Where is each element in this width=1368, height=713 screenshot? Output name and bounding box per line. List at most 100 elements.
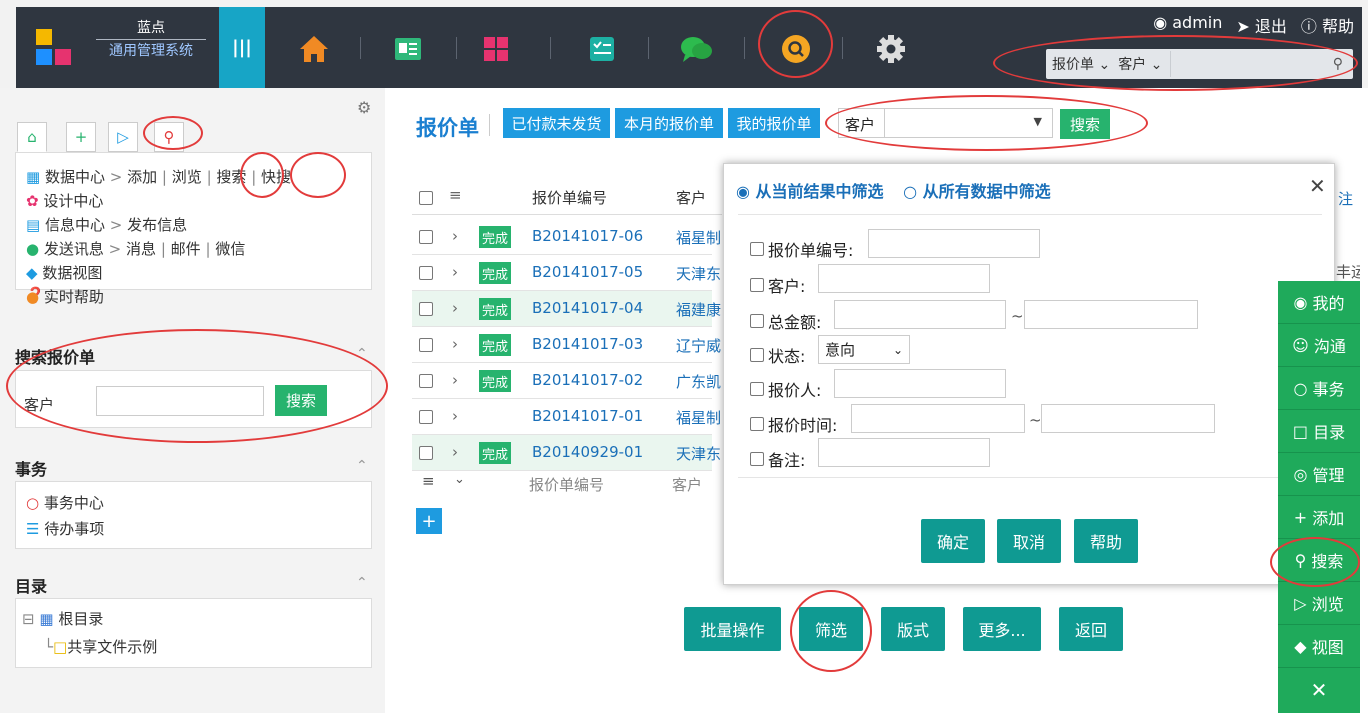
link-realtime-help[interactable]: 实时帮助	[44, 288, 104, 306]
back-button[interactable]: 返回	[1059, 607, 1123, 651]
tab-mine[interactable]: 我的报价单	[728, 108, 820, 138]
row-checkbox[interactable]	[419, 230, 433, 244]
affairs-item[interactable]: 事务中心	[44, 494, 104, 512]
link-send-msg[interactable]: 发送讯息	[44, 240, 104, 258]
layout-button[interactable]: 版式	[881, 607, 945, 651]
affairs-item[interactable]: 待办事项	[44, 520, 104, 538]
link-publish-info[interactable]: 发布信息	[127, 216, 187, 234]
page-size-select[interactable]: ≡ ⌄	[412, 468, 472, 498]
row-code[interactable]: B20141017-01	[532, 407, 643, 425]
sidebar-tab-search[interactable]: ⚲	[154, 122, 184, 152]
chevron-up-icon[interactable]: ⌃	[356, 575, 368, 591]
more-button[interactable]: 更多...	[963, 607, 1041, 651]
time-end-input[interactable]	[1041, 404, 1215, 433]
filter-search-button[interactable]: 搜索	[1060, 109, 1110, 139]
link-add[interactable]: 添加	[127, 168, 157, 186]
sidebar-tab-home[interactable]: ⌂	[17, 122, 47, 152]
table-row[interactable]: › 完成 B20141017-05 天津东	[412, 255, 721, 291]
sidebar-tab-play[interactable]: ▷	[108, 122, 138, 152]
expand-icon[interactable]: ›	[452, 407, 458, 425]
sidebar-tab-add[interactable]: +	[66, 122, 96, 152]
chat-icon[interactable]	[676, 29, 716, 69]
link-message[interactable]: 消息	[126, 240, 156, 258]
add-row-button[interactable]: +	[416, 508, 442, 534]
checklist-icon[interactable]	[582, 29, 622, 69]
customer-filter-select[interactable]: ▼	[884, 109, 1052, 137]
row-code[interactable]: B20141017-03	[532, 335, 643, 353]
batch-operation-button[interactable]: 批量操作	[684, 607, 781, 651]
toolbar-search[interactable]: ⚲ 搜索	[1278, 539, 1360, 582]
field-checkbox[interactable]	[750, 417, 764, 431]
table-row[interactable]: › 完成 B20140929-01 天津东	[412, 435, 721, 471]
quoter-input[interactable]	[834, 369, 1006, 398]
gear-icon[interactable]	[871, 29, 911, 69]
row-checkbox[interactable]	[419, 338, 433, 352]
link-quick-search[interactable]: 快搜	[261, 168, 291, 186]
top-search-input[interactable]	[1170, 51, 1291, 77]
tab-paid-unshipped[interactable]: 已付款未发货	[503, 108, 610, 138]
link-design-center[interactable]: 设计中心	[43, 192, 103, 210]
toolbar-browse[interactable]: ▷ 浏览	[1278, 582, 1360, 625]
code-input[interactable]	[868, 229, 1040, 258]
top-search-icon[interactable]: ⚲	[1333, 56, 1343, 72]
row-code[interactable]: B20140929-01	[532, 443, 643, 461]
scope-current-radio[interactable]: ◉ 从当前结果中筛选	[736, 182, 884, 201]
toolbar-affairs[interactable]: ○ 事务	[1278, 367, 1360, 410]
row-checkbox[interactable]	[419, 266, 433, 280]
menu-lines-icon[interactable]: ≡	[449, 186, 462, 204]
row-checkbox[interactable]	[419, 410, 433, 424]
toolbar-communicate[interactable]: ☺ 沟通	[1278, 324, 1360, 367]
user-link[interactable]: ◉ admin	[1153, 13, 1222, 37]
toolbar-my[interactable]: ◉ 我的	[1278, 281, 1360, 324]
row-checkbox[interactable]	[419, 374, 433, 388]
row-checkbox[interactable]	[419, 446, 433, 460]
link-info-center[interactable]: 信息中心	[45, 216, 105, 234]
remark-input[interactable]	[818, 438, 990, 467]
menu-icon[interactable]: |||	[219, 7, 265, 88]
expand-icon[interactable]: ›	[452, 335, 458, 353]
expand-icon[interactable]: ›	[452, 443, 458, 461]
close-icon[interactable]: ✕	[1278, 668, 1360, 711]
search-panel-input[interactable]	[96, 386, 264, 416]
expand-icon[interactable]: ›	[452, 371, 458, 389]
table-row[interactable]: › 完成 B20141017-04 福建康	[412, 291, 721, 327]
chevron-up-icon[interactable]: ⌃	[356, 458, 368, 474]
select-all-checkbox[interactable]	[419, 191, 433, 205]
row-code[interactable]: B20141017-04	[532, 299, 643, 317]
row-customer[interactable]: 天津东	[676, 263, 722, 284]
grid-apps-icon[interactable]	[476, 29, 516, 69]
row-checkbox[interactable]	[419, 302, 433, 316]
link-mail[interactable]: 邮件	[171, 240, 201, 258]
info-card-icon[interactable]	[388, 29, 428, 69]
row-code[interactable]: B20141017-05	[532, 263, 643, 281]
field-checkbox[interactable]	[750, 278, 764, 292]
chevron-up-icon[interactable]: ⌃	[356, 346, 368, 362]
link-data-view[interactable]: 数据视图	[42, 264, 102, 282]
field-checkbox[interactable]	[750, 348, 764, 362]
logout-link[interactable]: ➤ 退出	[1236, 13, 1287, 37]
toolbar-catalog[interactable]: □ 目录	[1278, 410, 1360, 453]
customer-input[interactable]	[818, 264, 990, 293]
help-button[interactable]: 帮助	[1074, 519, 1138, 563]
row-customer[interactable]: 辽宁威	[676, 335, 722, 356]
toolbar-manage[interactable]: ◎ 管理	[1278, 453, 1360, 496]
amount-max-input[interactable]	[1024, 300, 1198, 329]
row-customer[interactable]: 福星制	[676, 227, 722, 248]
tree-collapse-icon[interactable]: ⊟	[22, 610, 35, 628]
table-row[interactable]: › 完成 B20141017-06 福星制	[412, 219, 721, 255]
filter-button[interactable]: 筛选	[799, 607, 863, 651]
link-data-center[interactable]: 数据中心	[45, 168, 105, 186]
expand-icon[interactable]: ›	[452, 299, 458, 317]
link-browse[interactable]: 浏览	[172, 168, 202, 186]
search-icon[interactable]	[776, 29, 816, 69]
table-row[interactable]: › B20141017-01 福星制	[412, 399, 721, 435]
toolbar-view[interactable]: ◆ 视图	[1278, 625, 1360, 668]
amount-min-input[interactable]	[834, 300, 1006, 329]
module-select[interactable]: 报价单 ⌄	[1052, 54, 1110, 74]
field-checkbox[interactable]	[750, 242, 764, 256]
row-customer[interactable]: 福星制	[676, 407, 722, 428]
help-link[interactable]: ⓘ 帮助	[1301, 13, 1354, 37]
expand-icon[interactable]: ›	[452, 263, 458, 281]
field-checkbox[interactable]	[750, 382, 764, 396]
tab-this-month[interactable]: 本月的报价单	[615, 108, 723, 138]
